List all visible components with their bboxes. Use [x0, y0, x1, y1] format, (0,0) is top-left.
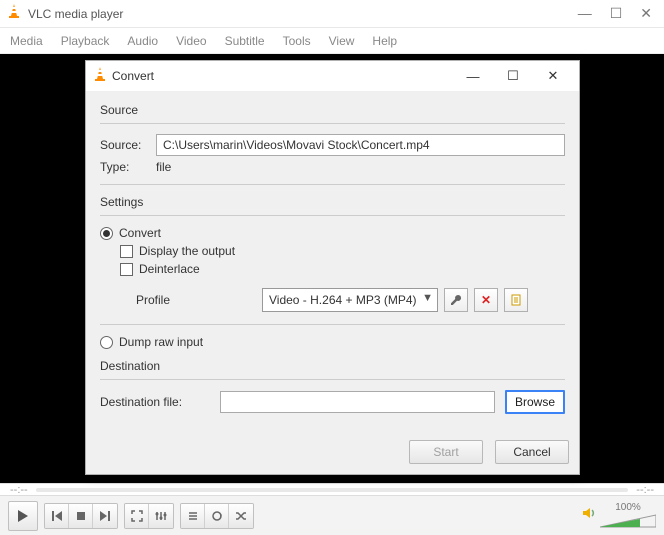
divider	[100, 324, 565, 325]
playlist-button[interactable]	[181, 504, 205, 528]
previous-button[interactable]	[45, 504, 69, 528]
time-remaining: --:--	[636, 484, 654, 496]
settings-section-label: Settings	[100, 195, 565, 209]
destination-file-label: Destination file:	[100, 395, 210, 409]
cancel-button[interactable]: Cancel	[495, 440, 569, 464]
source-label: Source:	[100, 138, 156, 152]
type-value: file	[156, 160, 171, 174]
shuffle-button[interactable]	[229, 504, 253, 528]
wrench-icon	[450, 294, 462, 306]
profile-value: Video - H.264 + MP3 (MP4)	[269, 293, 417, 307]
volume-slider[interactable]	[600, 513, 656, 529]
convert-radio-label: Convert	[119, 226, 161, 240]
profile-combobox[interactable]: Video - H.264 + MP3 (MP4) ▼	[262, 288, 438, 312]
seekbar[interactable]: --:-- --:--	[0, 483, 664, 495]
menu-media[interactable]: Media	[10, 34, 43, 48]
dialog-close-button[interactable]: ✕	[533, 62, 573, 90]
vlc-main-window: VLC media player — ☐ ✕ Media Playback Au…	[0, 0, 664, 535]
radio-icon	[100, 227, 113, 240]
destination-file-input[interactable]	[220, 391, 495, 413]
browse-button[interactable]: Browse	[505, 390, 565, 414]
main-title: VLC media player	[28, 7, 578, 21]
maximize-button[interactable]: ☐	[610, 5, 623, 22]
stop-button[interactable]	[69, 504, 93, 528]
volume-label: 100%	[615, 502, 641, 513]
menu-playback[interactable]: Playback	[61, 34, 110, 48]
convert-dialog: Convert — ☐ ✕ Source Source: Type: file …	[85, 60, 580, 475]
browse-button-label: Browse	[515, 395, 555, 409]
minimize-button[interactable]: —	[578, 5, 592, 22]
time-elapsed: --:--	[10, 484, 28, 496]
convert-radio[interactable]: Convert	[100, 226, 565, 240]
volume-control: 100%	[582, 502, 656, 529]
cancel-button-label: Cancel	[513, 445, 550, 459]
checkbox-icon	[120, 245, 133, 258]
divider	[100, 184, 565, 185]
vlc-icon	[92, 66, 108, 87]
dialog-minimize-button[interactable]: —	[453, 62, 493, 90]
playback-controls: 100%	[0, 495, 664, 535]
source-section-label: Source	[100, 103, 565, 117]
divider	[100, 123, 565, 124]
vlc-icon	[6, 3, 22, 24]
profile-label: Profile	[136, 293, 256, 307]
menu-subtitle[interactable]: Subtitle	[225, 34, 265, 48]
play-button[interactable]	[8, 501, 38, 531]
close-button[interactable]: ✕	[640, 5, 652, 22]
main-window-controls: — ☐ ✕	[578, 5, 658, 22]
playlist-group	[180, 503, 254, 529]
dump-radio[interactable]: Dump raw input	[100, 335, 565, 349]
speaker-icon[interactable]	[582, 506, 596, 525]
main-menubar: Media Playback Audio Video Subtitle Tool…	[0, 28, 664, 54]
menu-tools[interactable]: Tools	[283, 34, 311, 48]
dialog-titlebar[interactable]: Convert — ☐ ✕	[86, 61, 579, 91]
divider	[100, 215, 565, 216]
checkbox-icon	[120, 263, 133, 276]
radio-icon	[100, 336, 113, 349]
menu-help[interactable]: Help	[372, 34, 397, 48]
main-titlebar: VLC media player — ☐ ✕	[0, 0, 664, 28]
loop-button[interactable]	[205, 504, 229, 528]
divider	[100, 379, 565, 380]
new-file-icon	[510, 294, 522, 306]
new-profile-button[interactable]	[504, 288, 528, 312]
type-label: Type:	[100, 160, 156, 174]
delete-icon: ✕	[481, 293, 491, 307]
dialog-title: Convert	[112, 69, 453, 83]
dialog-footer: Start Cancel	[86, 432, 579, 474]
view-group	[124, 503, 174, 529]
dialog-maximize-button[interactable]: ☐	[493, 62, 533, 90]
seek-track[interactable]	[36, 488, 629, 492]
source-input[interactable]	[156, 134, 565, 156]
edit-profile-button[interactable]	[444, 288, 468, 312]
dump-radio-label: Dump raw input	[119, 335, 203, 349]
chevron-down-icon: ▼	[422, 292, 433, 304]
extended-settings-button[interactable]	[149, 504, 173, 528]
fullscreen-button[interactable]	[125, 504, 149, 528]
display-output-checkbox[interactable]: Display the output	[120, 244, 565, 258]
transport-group	[44, 503, 118, 529]
menu-view[interactable]: View	[329, 34, 355, 48]
deinterlace-checkbox[interactable]: Deinterlace	[120, 262, 565, 276]
start-button[interactable]: Start	[409, 440, 483, 464]
deinterlace-label: Deinterlace	[139, 262, 200, 276]
profile-row: Profile Video - H.264 + MP3 (MP4) ▼ ✕	[136, 288, 565, 312]
dialog-window-controls: — ☐ ✕	[453, 62, 573, 90]
display-output-label: Display the output	[139, 244, 235, 258]
menu-video[interactable]: Video	[176, 34, 206, 48]
destination-section-label: Destination	[100, 359, 565, 373]
next-button[interactable]	[93, 504, 117, 528]
dialog-body: Source Source: Type: file Settings Conve…	[86, 91, 579, 432]
menu-audio[interactable]: Audio	[127, 34, 158, 48]
delete-profile-button[interactable]: ✕	[474, 288, 498, 312]
start-button-label: Start	[433, 445, 458, 459]
